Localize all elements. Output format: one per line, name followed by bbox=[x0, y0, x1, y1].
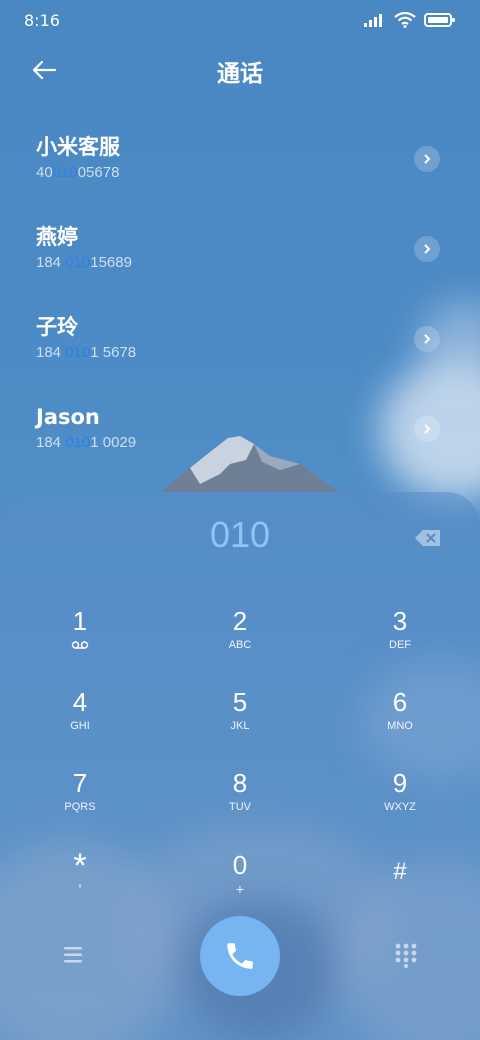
contact-name: 燕婷 bbox=[36, 225, 78, 249]
signal-icon bbox=[364, 14, 382, 27]
key-hash[interactable]: # bbox=[340, 848, 460, 918]
contact-number: 184 0101 0029 bbox=[36, 434, 137, 451]
chevron-right-icon bbox=[424, 424, 431, 434]
app-header: 通话 bbox=[0, 48, 480, 92]
number-match-highlight: 010 bbox=[65, 344, 91, 361]
status-time: 8:16 bbox=[24, 10, 60, 30]
voicemail-icon bbox=[71, 641, 89, 649]
contact-detail-button[interactable] bbox=[414, 236, 440, 262]
key-star[interactable]: * , bbox=[20, 848, 140, 918]
contact-name: 子玲 bbox=[36, 315, 78, 339]
key-3[interactable]: 3 DEF bbox=[340, 604, 460, 674]
contact-item[interactable]: 小米客服 4001005678 bbox=[0, 112, 480, 202]
contact-number: 184 0101 5678 bbox=[36, 344, 137, 361]
contact-detail-button[interactable] bbox=[414, 416, 440, 442]
dialer-bottom-bar bbox=[0, 916, 480, 996]
number-match-highlight: 010 bbox=[52, 164, 78, 181]
dialpad-icon[interactable] bbox=[394, 942, 418, 968]
contact-number: 4001005678 bbox=[36, 164, 120, 181]
key-4[interactable]: 4 GHI bbox=[20, 685, 140, 755]
contact-name: 小米客服 bbox=[36, 135, 120, 159]
menu-icon[interactable] bbox=[62, 944, 84, 966]
contact-number: 184 01015689 bbox=[36, 254, 132, 271]
contact-suggestions: 小米客服 4001005678 燕婷 184 01015689 子玲 184 0… bbox=[0, 112, 480, 472]
wifi-icon bbox=[394, 12, 416, 28]
key-5[interactable]: 5 JKL bbox=[180, 685, 300, 755]
number-match-highlight: 010 bbox=[65, 434, 91, 451]
contact-item[interactable]: 燕婷 184 01015689 bbox=[0, 202, 480, 292]
key-8[interactable]: 8 TUV bbox=[180, 766, 300, 836]
page-title: 通话 bbox=[217, 61, 263, 87]
key-9[interactable]: 9 WXYZ bbox=[340, 766, 460, 836]
key-1[interactable]: 1 bbox=[20, 604, 140, 674]
chevron-right-icon bbox=[424, 334, 431, 344]
status-icons bbox=[364, 12, 456, 28]
backspace-icon[interactable] bbox=[414, 528, 442, 548]
chevron-right-icon bbox=[424, 154, 431, 164]
key-6[interactable]: 6 MNO bbox=[340, 685, 460, 755]
contact-detail-button[interactable] bbox=[414, 146, 440, 172]
contact-name: Jason bbox=[36, 405, 100, 429]
dialed-number[interactable]: 010 bbox=[0, 514, 480, 556]
chevron-right-icon bbox=[424, 244, 431, 254]
battery-icon bbox=[424, 13, 455, 27]
key-2[interactable]: 2 ABC bbox=[180, 604, 300, 674]
dialer-panel: 010 1 2 ABC 3 DEF 4 GHI 5 JKL 6 MNO 7 PQ… bbox=[0, 492, 480, 1040]
contact-item[interactable]: Jason 184 0101 0029 bbox=[0, 382, 480, 472]
call-button[interactable] bbox=[200, 916, 280, 996]
contact-item[interactable]: 子玲 184 0101 5678 bbox=[0, 292, 480, 382]
contact-detail-button[interactable] bbox=[414, 326, 440, 352]
status-bar: 8:16 bbox=[0, 0, 480, 40]
phone-icon bbox=[227, 943, 253, 969]
number-match-highlight: 010 bbox=[65, 254, 91, 271]
key-0[interactable]: 0 + bbox=[180, 848, 300, 918]
key-7[interactable]: 7 PQRS bbox=[20, 766, 140, 836]
